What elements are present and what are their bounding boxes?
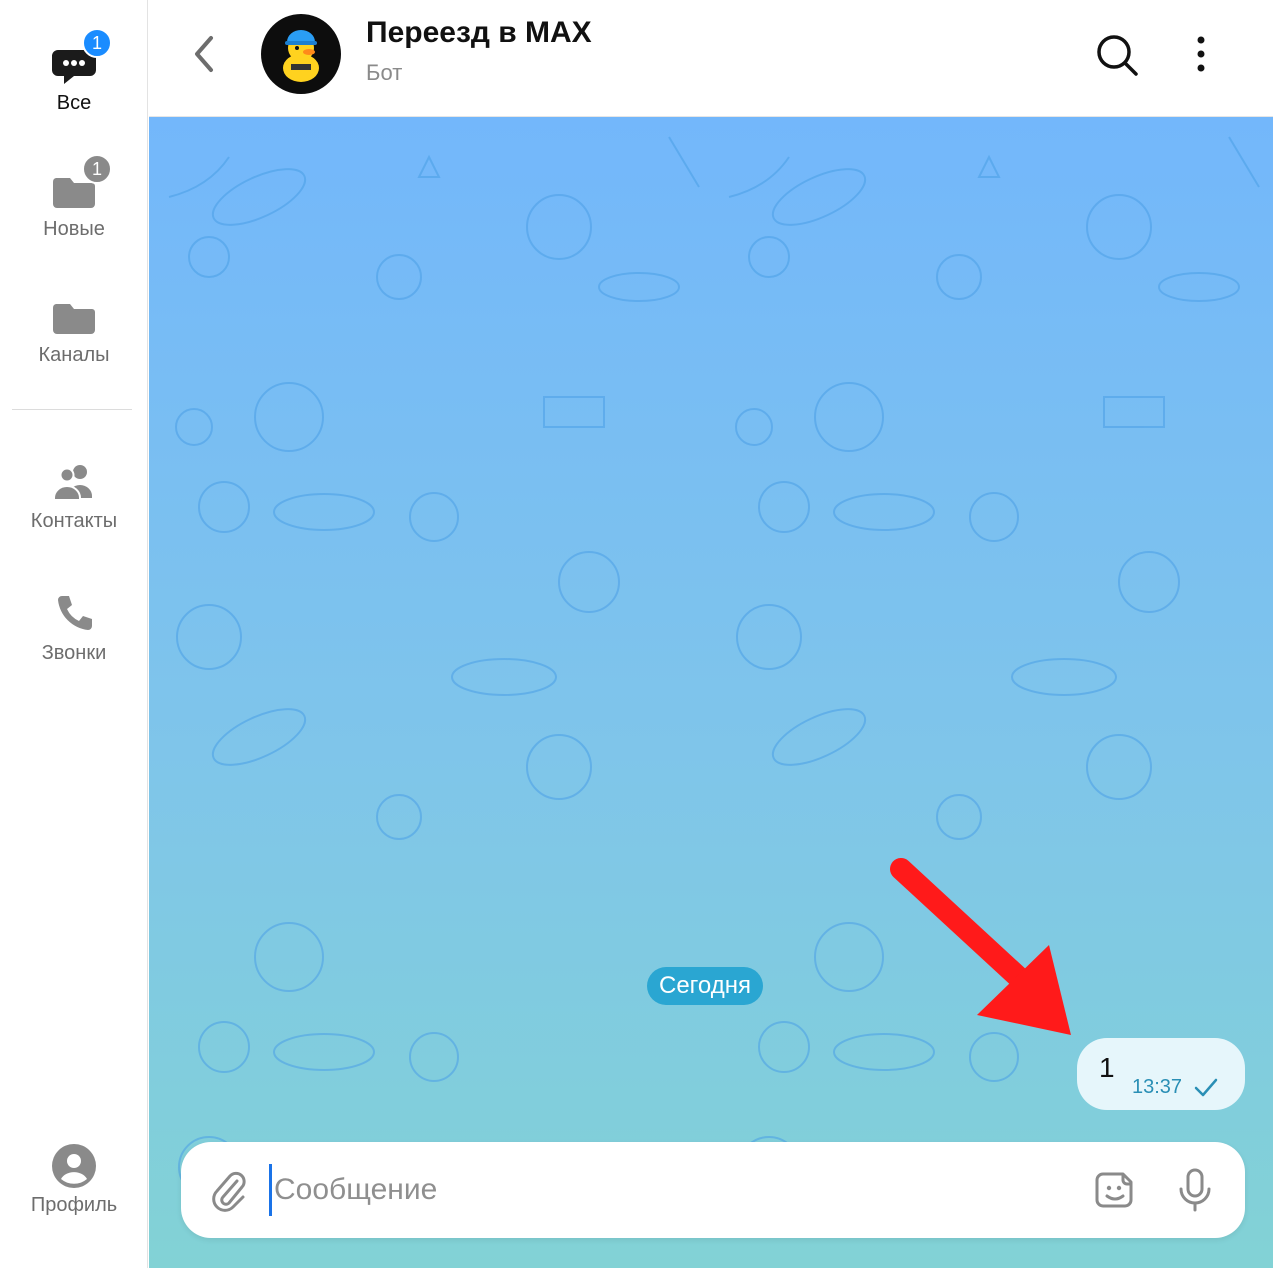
sticker-button[interactable] xyxy=(1095,1170,1135,1210)
chat-title: Переезд в MAX xyxy=(366,16,592,49)
sidebar-item-new[interactable]: 1 Новые xyxy=(0,154,148,241)
profile-icon xyxy=(50,1142,98,1190)
phone-icon xyxy=(50,590,98,638)
chevron-left-icon xyxy=(195,36,213,72)
search-icon xyxy=(1097,35,1138,76)
sidebar-item-label: Звонки xyxy=(41,642,107,664)
sidebar-item-label: Новые xyxy=(43,218,105,240)
sidebar-item-calls[interactable]: Звонки xyxy=(0,590,148,665)
more-vertical-icon xyxy=(1197,36,1205,72)
contacts-icon xyxy=(50,458,98,506)
microphone-icon xyxy=(1179,1168,1211,1212)
sidebar-item-label: Контакты xyxy=(30,510,118,532)
message-time: 13:37 xyxy=(1132,1076,1183,1098)
search-button[interactable] xyxy=(1095,33,1139,77)
sidebar-item-profile[interactable]: Профиль xyxy=(0,1142,148,1217)
chat-area[interactable]: Сегодня 1 13:37 xyxy=(149,117,1273,1268)
attach-button[interactable] xyxy=(209,1169,249,1213)
sidebar-item-label: Каналы xyxy=(38,344,110,366)
unread-badge: 1 xyxy=(82,28,112,58)
sidebar-item-contacts[interactable]: Контакты xyxy=(0,458,148,533)
message-text: 1 xyxy=(1099,1052,1115,1083)
folder-icon: 1 xyxy=(50,154,112,214)
check-icon xyxy=(1194,1078,1218,1097)
sidebar: 1 Все 1 Новые Каналы Контакты Звонки Про… xyxy=(0,0,148,1268)
sidebar-item-all[interactable]: 1 Все xyxy=(0,28,148,115)
microphone-button[interactable] xyxy=(1177,1167,1213,1213)
chat-header: Переезд в MAX Бот xyxy=(149,0,1273,117)
chat-subtitle: Бот xyxy=(366,60,403,85)
message-input[interactable] xyxy=(269,1164,1069,1216)
sticker-icon xyxy=(1095,1172,1133,1208)
back-button[interactable] xyxy=(189,32,219,76)
sidebar-divider xyxy=(12,409,132,410)
message-bubble[interactable]: 1 13:37 xyxy=(1077,1038,1245,1110)
sidebar-item-channels[interactable]: Каналы xyxy=(0,292,148,367)
paperclip-icon xyxy=(212,1171,246,1212)
duck-avatar-icon xyxy=(283,30,319,82)
unread-badge: 1 xyxy=(82,154,112,184)
more-button[interactable] xyxy=(1189,34,1213,74)
chats-icon: 1 xyxy=(50,28,112,88)
avatar[interactable] xyxy=(261,14,341,94)
folder-icon xyxy=(50,292,98,340)
message-composer xyxy=(181,1142,1245,1238)
sidebar-item-label: Профиль xyxy=(30,1194,118,1216)
date-separator: Сегодня xyxy=(647,967,763,1005)
sidebar-item-label: Все xyxy=(56,92,92,114)
